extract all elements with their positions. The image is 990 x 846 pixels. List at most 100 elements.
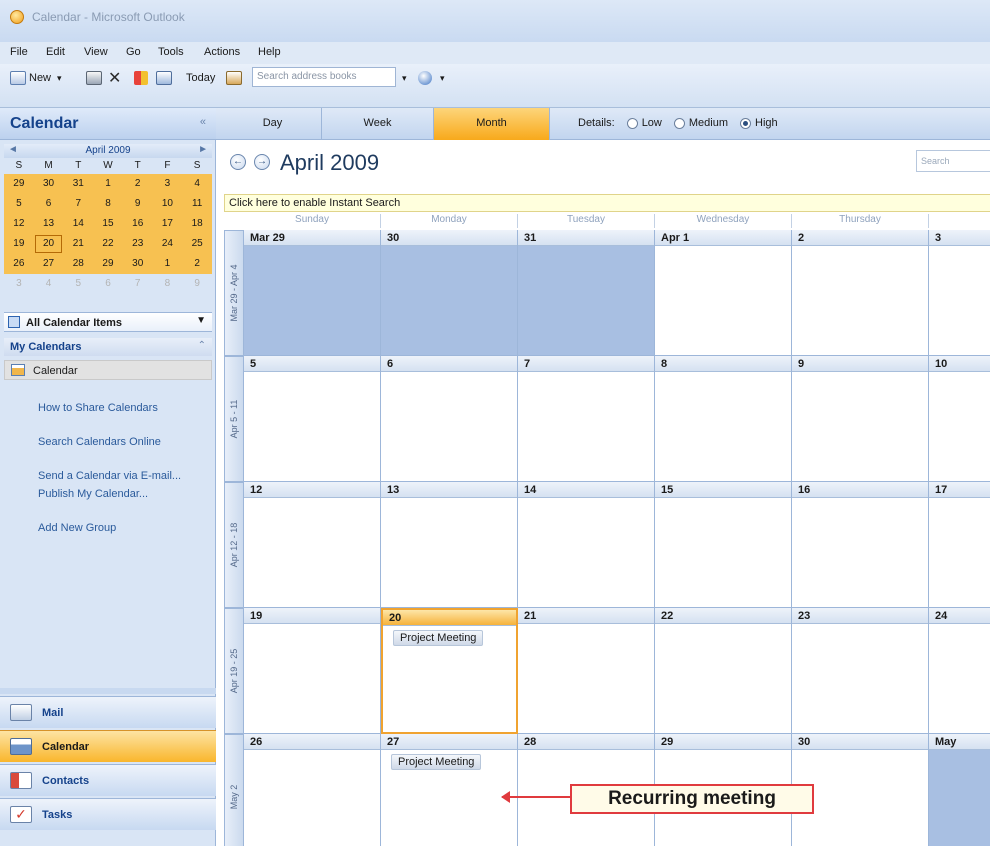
next-month-button[interactable]: → [254,154,270,170]
day-cell[interactable]: Mar 29 [244,230,381,356]
tab-day[interactable]: Day [224,108,322,140]
mini-cal-day[interactable]: 6 [33,194,64,214]
day-cell[interactable]: 10 [929,356,990,482]
mini-cal-day[interactable]: 23 [122,234,153,254]
toolbar-options-button[interactable]: ▾ [440,68,445,88]
link-send-calendar-email[interactable]: Send a Calendar via E-mail... [38,470,181,482]
menu-help[interactable]: Help [258,46,281,58]
day-cell[interactable]: 31 [518,230,655,356]
mini-cal-day[interactable]: 30 [122,254,153,274]
details-low-radio[interactable] [626,117,638,129]
prev-month-button[interactable]: ← [230,154,246,170]
details-high-radio[interactable] [740,117,751,129]
categorize-button[interactable] [134,68,148,88]
menu-edit[interactable]: Edit [46,46,65,58]
week-label[interactable]: Apr 19 - 25 [224,608,244,734]
day-cell[interactable]: 30 [381,230,518,356]
mini-cal-day[interactable]: 3 [4,274,34,294]
day-cell[interactable]: May [929,734,990,846]
mini-cal-day[interactable]: 18 [182,214,212,234]
enable-instant-search-bar[interactable]: Click here to enable Instant Search [224,194,990,212]
mini-cal-day[interactable]: 6 [93,274,123,294]
mini-cal-day[interactable]: 8 [153,274,183,294]
day-cell[interactable]: 3 [929,230,990,356]
search-address-books-input[interactable]: Search address books [252,67,396,87]
day-cell[interactable]: Apr 1 [655,230,792,356]
day-cell[interactable]: 8 [655,356,792,482]
print-button[interactable] [86,68,102,88]
mini-cal-day[interactable]: 5 [63,274,93,294]
day-cell[interactable]: 12 [244,482,381,608]
link-share-calendars[interactable]: How to Share Calendars [38,402,158,414]
mini-cal-day[interactable]: 1 [152,254,183,274]
new-button[interactable]: New ▾ [10,68,62,88]
mini-cal-day[interactable]: 9 [122,194,153,214]
day-cell[interactable]: 7 [518,356,655,482]
appointment-project-meeting[interactable]: Project Meeting [391,754,482,770]
calendar-search-input[interactable]: Search [916,150,990,172]
tab-week[interactable]: Week [322,108,434,140]
mini-cal-day[interactable]: 17 [152,214,183,234]
mini-cal-day[interactable]: 19 [4,234,34,254]
mini-cal-day[interactable]: 29 [4,174,34,194]
mini-cal-day[interactable]: 26 [4,254,34,274]
day-cell[interactable]: 9 [792,356,929,482]
mini-cal-day[interactable]: 27 [33,254,64,274]
day-cell[interactable]: 23 [792,608,929,734]
mini-cal-day[interactable]: 29 [93,254,123,274]
menu-file[interactable]: File [10,46,28,58]
mini-cal-day[interactable]: 8 [93,194,123,214]
mini-cal-day[interactable]: 21 [63,234,94,254]
day-cell[interactable]: 16 [792,482,929,608]
help-button[interactable] [418,68,432,88]
mini-cal-day[interactable]: 15 [93,214,123,234]
mini-cal-day[interactable]: 16 [122,214,153,234]
day-cell[interactable]: 2 [792,230,929,356]
week-label[interactable]: May 2 [224,734,244,846]
day-cell[interactable]: 15 [655,482,792,608]
nav-splitter[interactable] [0,688,216,694]
mini-cal-day[interactable]: 4 [182,174,212,194]
day-cell[interactable]: 6 [381,356,518,482]
mini-cal-day[interactable]: 20 [33,234,64,254]
day-cell[interactable]: 21 [518,608,655,734]
link-search-calendars-online[interactable]: Search Calendars Online [38,436,161,448]
nav-button-contacts[interactable]: Contacts [0,764,216,796]
delete-button[interactable]: ✕ [108,68,121,88]
appointment-project-meeting[interactable]: Project Meeting [393,630,484,646]
mini-cal-day[interactable]: 10 [152,194,183,214]
mini-cal-day[interactable]: 31 [63,174,94,194]
day-cell[interactable]: 26 [244,734,381,846]
mini-cal-day[interactable]: 14 [63,214,94,234]
day-cell[interactable]: 19 [244,608,381,734]
menu-go[interactable]: Go [126,46,141,58]
mini-cal-day[interactable]: 9 [182,274,212,294]
day-cell[interactable]: 27 Project Meeting [381,734,518,846]
menu-actions[interactable]: Actions [204,46,240,58]
search-dropdown-button[interactable]: ▾ [402,68,407,88]
address-book-button[interactable] [226,68,242,88]
mini-cal-day[interactable]: 2 [182,254,212,274]
day-cell[interactable]: 5 [244,356,381,482]
mini-cal-next-button[interactable]: ► [198,144,208,155]
link-publish-calendar[interactable]: Publish My Calendar... [38,488,148,500]
collapse-nav-button[interactable]: « [200,116,206,128]
menu-view[interactable]: View [84,46,108,58]
all-calendar-items-select[interactable]: All Calendar Items ▼ [4,312,212,332]
mini-cal-day[interactable]: 28 [63,254,94,274]
mini-cal-day[interactable]: 11 [182,194,212,214]
mini-cal-day[interactable]: 13 [33,214,64,234]
mini-cal-day[interactable]: 30 [33,174,64,194]
day-cell[interactable]: 14 [518,482,655,608]
day-cell[interactable]: 24 [929,608,990,734]
nav-button-calendar[interactable]: Calendar [0,730,216,762]
details-medium-radio[interactable] [673,117,685,129]
mini-cal-day[interactable]: 7 [123,274,153,294]
week-label[interactable]: Mar 29 - Apr 4 [224,230,244,356]
mini-cal-day[interactable]: 5 [4,194,34,214]
mini-cal-day[interactable]: 12 [4,214,34,234]
week-label[interactable]: Apr 5 - 11 [224,356,244,482]
week-label[interactable]: Apr 12 - 18 [224,482,244,608]
mini-cal-day[interactable]: 4 [34,274,64,294]
mini-cal-day[interactable]: 7 [63,194,94,214]
